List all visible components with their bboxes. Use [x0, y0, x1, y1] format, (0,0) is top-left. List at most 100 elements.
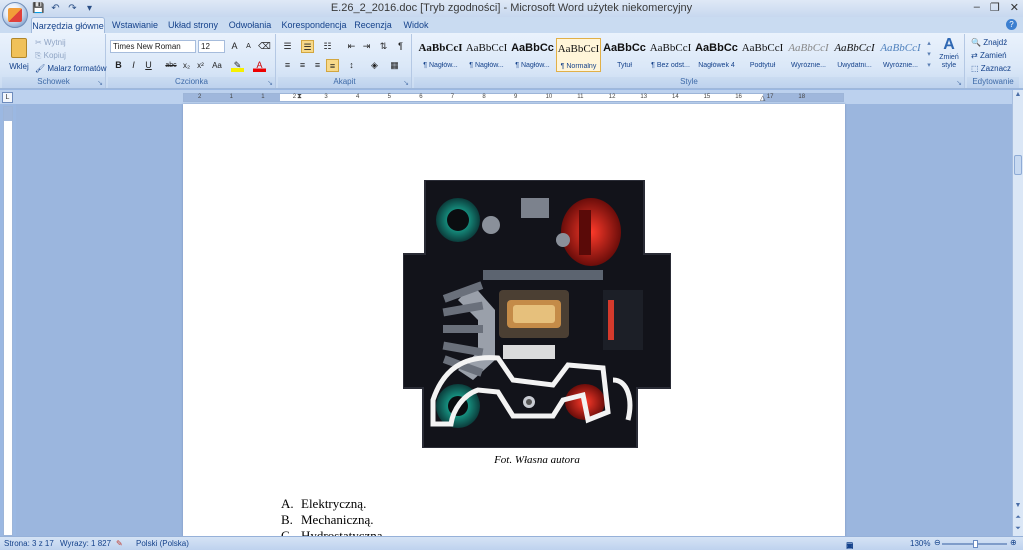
- answer-item[interactable]: B. Mechaniczną.: [281, 512, 386, 528]
- office-logo-icon: [8, 8, 22, 22]
- line-spacing-icon[interactable]: ↕: [345, 59, 358, 72]
- dialog-launcher-icon[interactable]: ↘: [267, 79, 273, 87]
- font-name-combo[interactable]: Times New Roman: [110, 40, 196, 53]
- tab-review[interactable]: Recenzja: [353, 17, 393, 33]
- multilevel-list-icon[interactable]: ☷: [321, 40, 334, 53]
- zoom-level[interactable]: 130%: [910, 539, 930, 548]
- style-intense-emphasis[interactable]: AaBbCcI Wyróżnie...: [878, 38, 923, 72]
- subscript-button[interactable]: x₂: [180, 59, 193, 72]
- scroll-up-icon[interactable]: ▲: [1014, 91, 1022, 101]
- show-marks-icon[interactable]: ¶: [394, 40, 407, 53]
- ruler-tick: 17: [766, 94, 774, 100]
- change-case-button[interactable]: Aa: [209, 59, 225, 72]
- draft-icon[interactable]: ▤: [846, 541, 854, 550]
- change-styles-label: Zmień style: [939, 54, 959, 69]
- scroll-down-icon[interactable]: ▼: [1014, 502, 1022, 512]
- office-button[interactable]: [2, 2, 28, 28]
- align-center-icon[interactable]: ≡: [296, 59, 309, 72]
- paste-button[interactable]: Wklej: [6, 36, 32, 74]
- style-name: Nagłówek 4: [698, 62, 735, 69]
- dialog-launcher-icon[interactable]: ↘: [403, 79, 409, 87]
- page-counter[interactable]: Strona: 3 z 17: [4, 539, 54, 548]
- increase-indent-icon[interactable]: ⇥: [360, 40, 373, 53]
- shading-icon[interactable]: ◈: [368, 59, 381, 72]
- replace-button[interactable]: ⇄ Zamień: [971, 51, 1007, 60]
- style-heading-1[interactable]: AaBbCcI ¶ Nagłów...: [418, 38, 463, 72]
- previous-page-icon[interactable]: ⏶: [1014, 514, 1022, 524]
- tab-insert[interactable]: Wstawianie: [110, 17, 160, 33]
- proofing-icon[interactable]: ✎: [116, 539, 123, 548]
- style-sample: AaBbCcI: [741, 42, 784, 54]
- answer-text: Elektryczną.: [301, 496, 367, 511]
- word-count[interactable]: Wyrazy: 1 827: [60, 539, 111, 548]
- underline-button[interactable]: U: [142, 59, 155, 72]
- dialog-launcher-icon[interactable]: ↘: [97, 79, 103, 87]
- bold-button[interactable]: B: [112, 59, 125, 72]
- bullets-icon[interactable]: ☰: [281, 40, 294, 53]
- superscript-button[interactable]: x²: [194, 59, 207, 72]
- shrink-font-icon[interactable]: A: [242, 40, 255, 53]
- format-painter-button[interactable]: 🖌 Malarz formatów: [35, 64, 107, 73]
- horizontal-ruler[interactable]: 2 1 1 2 3 4 5 6 7 8 9 10 11 12 13 14 15 16 17 18 ⧗ △: [183, 93, 844, 102]
- style-title[interactable]: AaBbCc Tytuł: [602, 38, 647, 72]
- ruler-tick: 2: [198, 94, 202, 100]
- style-heading-2[interactable]: AaBbCcI ¶ Nagłów...: [464, 38, 509, 72]
- zoom-out-icon[interactable]: ⊖: [934, 538, 941, 547]
- tab-selector[interactable]: L: [2, 92, 13, 103]
- align-left-icon[interactable]: ≡: [281, 59, 294, 72]
- decrease-indent-icon[interactable]: ⇤: [345, 40, 358, 53]
- next-page-icon[interactable]: ⏷: [1014, 525, 1022, 535]
- tab-references[interactable]: Odwołania: [226, 17, 274, 33]
- style-sample: AaBbCcI: [834, 42, 875, 54]
- style-heading-4[interactable]: AaBbCc Nagłówek 4: [694, 38, 739, 72]
- restore-button[interactable]: ❐: [990, 1, 1000, 14]
- close-button[interactable]: ✕: [1010, 1, 1019, 14]
- vertical-scrollbar[interactable]: ▲ ▼ ⏶ ⏷: [1012, 90, 1023, 536]
- dialog-launcher-icon[interactable]: ↘: [956, 79, 962, 87]
- tab-page-layout[interactable]: Układ strony: [166, 17, 220, 33]
- style-no-spacing[interactable]: AaBbCcI ¶ Bez odst...: [648, 38, 693, 72]
- tab-home[interactable]: Narzędzia główne: [31, 17, 105, 33]
- numbering-icon[interactable]: ☰: [301, 40, 314, 53]
- ruler-tick: 12: [608, 94, 616, 100]
- help-icon[interactable]: ?: [1006, 19, 1017, 30]
- grow-font-icon[interactable]: A: [228, 40, 241, 53]
- font-color-icon[interactable]: A: [253, 59, 266, 72]
- turbocharger-photo: [403, 180, 671, 448]
- sort-icon[interactable]: ⇅: [377, 40, 390, 53]
- select-button[interactable]: ⬚ Zaznacz: [971, 64, 1011, 73]
- style-emphasis[interactable]: AaBbCcI Uwydatni...: [832, 38, 877, 72]
- italic-button[interactable]: I: [127, 59, 140, 72]
- zoom-in-icon[interactable]: ⊕: [1010, 538, 1017, 547]
- align-right-icon[interactable]: ≡: [311, 59, 324, 72]
- zoom-slider-thumb[interactable]: [973, 540, 978, 548]
- minimize-button[interactable]: –: [974, 1, 980, 14]
- style-heading-3[interactable]: AaBbCc ¶ Nagłów...: [510, 38, 555, 72]
- document-page[interactable]: Fot. Własna autora A. Elektryczną. B. Mech…: [183, 104, 845, 543]
- justify-icon[interactable]: ≡: [326, 59, 339, 72]
- highlight-icon[interactable]: ✎: [231, 59, 244, 72]
- change-styles-button[interactable]: A Zmień style: [935, 36, 963, 76]
- tab-view[interactable]: Widok: [399, 17, 433, 33]
- style-normal[interactable]: AaBbCcI ¶ Normalny: [556, 38, 601, 72]
- zoom-slider[interactable]: [942, 540, 1007, 548]
- answer-item[interactable]: A. Elektryczną.: [281, 496, 386, 512]
- borders-icon[interactable]: ▦: [388, 59, 401, 72]
- style-subtle-emphasis[interactable]: AaBbCcI Wyróżnie...: [786, 38, 831, 72]
- style-name: ¶ Nagłów...: [423, 62, 458, 69]
- cut-button[interactable]: ✂ Wytnij: [35, 38, 66, 47]
- style-subtitle[interactable]: AaBbCcI Podtytuł: [740, 38, 785, 72]
- language-indicator[interactable]: Polski (Polska): [136, 539, 189, 548]
- strikethrough-button[interactable]: abc: [163, 59, 179, 72]
- copy-button[interactable]: ⎘ Kopiuj: [35, 51, 66, 61]
- indent-marker-icon[interactable]: ⧗: [297, 93, 302, 101]
- tab-mailings[interactable]: Korespondencja: [281, 17, 347, 33]
- vertical-ruler[interactable]: [3, 106, 13, 536]
- clear-format-icon[interactable]: ⌫: [258, 40, 271, 53]
- styles-group-label: Style ↘: [414, 77, 964, 88]
- font-size-combo[interactable]: 12: [198, 40, 225, 53]
- right-indent-marker-icon[interactable]: △: [760, 94, 765, 102]
- scrollbar-thumb[interactable]: [1014, 155, 1022, 175]
- find-button[interactable]: 🔍 Znajdź: [971, 38, 1007, 47]
- styles-gallery-scroll[interactable]: ▴ ▾ ▾: [925, 38, 933, 72]
